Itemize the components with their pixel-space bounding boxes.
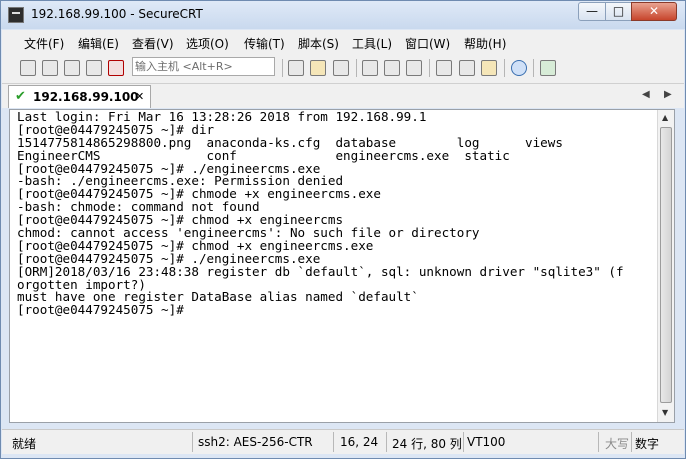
status-separator: [463, 432, 464, 452]
toolbar-separator: [533, 59, 534, 77]
session-tab-label: 192.168.99.100: [33, 90, 139, 104]
menu-tools[interactable]: 工具(L): [352, 35, 392, 52]
connect-icon[interactable]: [20, 60, 36, 76]
paste-icon[interactable]: [310, 60, 326, 76]
menu-file[interactable]: 文件(F): [24, 35, 64, 52]
copy-icon[interactable]: [288, 60, 304, 76]
print-icon[interactable]: [362, 60, 378, 76]
menu-bar: 文件(F) 编辑(E) 查看(V) 选项(O) 传输(T) 脚本(S) 工具(L…: [2, 30, 684, 55]
tab-scroll-left-icon[interactable]: ◀: [642, 89, 650, 100]
status-ready: 就绪: [12, 437, 37, 451]
status-separator: [333, 432, 334, 452]
close-window-button[interactable]: ✕: [631, 2, 677, 21]
status-separator: [598, 432, 599, 452]
status-rows-cols: 24 行, 80 列: [392, 437, 462, 451]
status-emulation: VT100: [467, 435, 506, 449]
securecrt-window: 192.168.99.100 - SecureCRT — □ ✕ 文件(F) 编…: [0, 0, 686, 459]
quick-connect-icon[interactable]: [42, 60, 58, 76]
status-separator: [631, 432, 632, 452]
screen-icon[interactable]: [540, 60, 556, 76]
close-tab-icon[interactable]: ✕: [135, 90, 144, 103]
menu-script[interactable]: 脚本(S): [298, 35, 339, 52]
status-caps-lock: 大写: [605, 437, 630, 451]
terminal-screen[interactable]: Last login: Fri Mar 16 13:28:26 2018 fro…: [17, 110, 657, 318]
find-icon[interactable]: [333, 60, 349, 76]
toolbar-separator: [504, 59, 505, 77]
help-icon[interactable]: [511, 60, 527, 76]
toolbar-separator: [356, 59, 357, 77]
session-tab[interactable]: ✔ 192.168.99.100 ✕: [8, 85, 151, 108]
menu-help[interactable]: 帮助(H): [464, 35, 506, 52]
terminal-line: [root@e04479245075 ~]#: [17, 302, 192, 318]
status-cipher: ssh2: AES-256-CTR: [198, 435, 313, 449]
reconnect-icon[interactable]: [86, 60, 102, 76]
status-separator: [386, 432, 387, 452]
title-bar[interactable]: 192.168.99.100 - SecureCRT — □ ✕: [1, 1, 685, 29]
terminal-area[interactable]: Last login: Fri Mar 16 13:28:26 2018 fro…: [9, 109, 675, 423]
global-options-icon[interactable]: [459, 60, 475, 76]
toolbar-separator: [282, 59, 283, 77]
print-selection-icon[interactable]: [384, 60, 400, 76]
toolbar-separator: [429, 59, 430, 77]
status-separator: [192, 432, 193, 452]
vertical-scrollbar[interactable]: ▲ ▼: [657, 110, 674, 422]
scrollbar-thumb[interactable]: [660, 127, 672, 403]
menu-transfer[interactable]: 传输(T): [244, 35, 285, 52]
session-options-icon[interactable]: [436, 60, 452, 76]
connect-in-tab-icon[interactable]: [64, 60, 80, 76]
scroll-down-icon[interactable]: ▼: [662, 408, 668, 417]
status-bar: 就绪 ssh2: AES-256-CTR 16, 24 24 行, 80 列 V…: [2, 429, 684, 454]
status-cursor-position: 16, 24: [340, 435, 379, 449]
toolbar: 输入主机 <Alt+R>: [2, 55, 684, 84]
host-input[interactable]: 输入主机 <Alt+R>: [132, 57, 275, 76]
menu-view[interactable]: 查看(V): [132, 35, 174, 52]
session-tab-strip: ✔ 192.168.99.100 ✕ ◀ ▶: [2, 84, 684, 108]
tab-scroll-right-icon[interactable]: ▶: [664, 89, 672, 100]
status-num-lock: 数字: [635, 437, 660, 451]
menu-options[interactable]: 选项(O): [186, 35, 229, 52]
keymap-icon[interactable]: [481, 60, 497, 76]
maximize-button[interactable]: □: [605, 2, 632, 21]
minimize-button[interactable]: —: [578, 2, 606, 21]
print-setup-icon[interactable]: [406, 60, 422, 76]
scroll-up-icon[interactable]: ▲: [662, 113, 668, 122]
connected-check-icon: ✔: [15, 89, 26, 104]
securecrt-app-icon: [8, 7, 24, 23]
menu-window[interactable]: 窗口(W): [405, 35, 450, 52]
menu-edit[interactable]: 编辑(E): [78, 35, 119, 52]
window-title: 192.168.99.100 - SecureCRT: [31, 7, 203, 21]
disconnect-icon[interactable]: [108, 60, 124, 76]
